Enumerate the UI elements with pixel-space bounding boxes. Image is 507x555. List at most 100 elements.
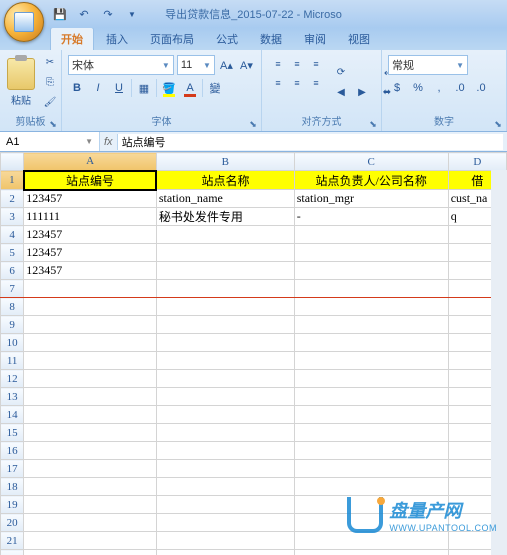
spreadsheet-grid[interactable]: ABCD1站点编号站点名称站点负责人/公司名称借2123457station_n… — [0, 152, 507, 555]
tab-home[interactable]: 开始 — [50, 27, 94, 50]
decrease-font-icon[interactable]: A▾ — [238, 55, 255, 75]
number-format-combo[interactable]: 常规▼ — [388, 55, 468, 75]
row-header[interactable]: 15 — [1, 424, 24, 442]
tab-review[interactable]: 审阅 — [294, 28, 336, 50]
align-bottom-icon[interactable]: ≡ — [307, 55, 325, 73]
bold-button[interactable]: B — [68, 78, 86, 98]
cell[interactable] — [156, 280, 294, 298]
col-header-C[interactable]: C — [294, 153, 448, 171]
font-size-combo[interactable]: 11▼ — [177, 55, 215, 75]
header-cell[interactable]: 站点名称 — [156, 171, 294, 190]
cell[interactable] — [294, 298, 448, 316]
row-header[interactable]: 18 — [1, 478, 24, 496]
cell[interactable]: 123457 — [24, 262, 157, 280]
cell[interactable] — [24, 442, 157, 460]
align-left-icon[interactable]: ≡ — [269, 74, 287, 92]
header-cell[interactable]: 站点负责人/公司名称 — [294, 171, 448, 190]
cell[interactable] — [294, 550, 448, 555]
cell[interactable]: station_mgr — [294, 190, 448, 208]
cell[interactable] — [156, 424, 294, 442]
formula-bar[interactable]: 站点编号 — [117, 134, 503, 150]
cell[interactable]: 123457 — [24, 226, 157, 244]
increase-indent-icon[interactable]: ▶ — [353, 83, 371, 101]
cell[interactable] — [156, 442, 294, 460]
row-header[interactable]: 1 — [1, 171, 24, 190]
row-header[interactable]: 3 — [1, 208, 24, 226]
row-header[interactable]: 9 — [1, 316, 24, 334]
cell[interactable] — [156, 514, 294, 532]
cell[interactable] — [294, 388, 448, 406]
cell[interactable] — [156, 262, 294, 280]
font-color-button[interactable]: A — [181, 78, 199, 98]
cell[interactable]: 秘书处发件专用 — [156, 208, 294, 226]
cell[interactable] — [24, 352, 157, 370]
row-header[interactable]: 21 — [1, 532, 24, 550]
tab-page-layout[interactable]: 页面布局 — [140, 28, 204, 50]
cell[interactable] — [294, 532, 448, 550]
tab-view[interactable]: 视图 — [338, 28, 380, 50]
row-header[interactable]: 2 — [1, 190, 24, 208]
cell[interactable] — [156, 316, 294, 334]
cell[interactable] — [156, 244, 294, 262]
cell[interactable] — [294, 316, 448, 334]
save-icon[interactable]: 💾 — [50, 4, 70, 24]
row-header[interactable]: 16 — [1, 442, 24, 460]
cell[interactable] — [294, 280, 448, 298]
office-button[interactable] — [4, 2, 44, 42]
cell[interactable] — [294, 442, 448, 460]
cell[interactable] — [24, 532, 157, 550]
row-header[interactable]: 17 — [1, 460, 24, 478]
cell[interactable] — [156, 298, 294, 316]
decrease-decimal-icon[interactable]: .0 — [472, 78, 490, 98]
phonetic-button[interactable]: 變 — [206, 78, 224, 98]
redo-icon[interactable]: ↷ — [98, 4, 118, 24]
cell[interactable] — [24, 478, 157, 496]
font-launcher-icon[interactable]: ⬊ — [247, 118, 259, 130]
col-header-A[interactable]: A — [24, 153, 157, 171]
clipboard-launcher-icon[interactable]: ⬊ — [47, 118, 59, 130]
row-header[interactable]: 6 — [1, 262, 24, 280]
cell[interactable] — [294, 262, 448, 280]
cell[interactable] — [156, 550, 294, 555]
cell[interactable] — [24, 334, 157, 352]
cell[interactable] — [294, 460, 448, 478]
border-button[interactable]: ▦ — [135, 78, 153, 98]
row-header[interactable]: 12 — [1, 370, 24, 388]
cell[interactable] — [294, 244, 448, 262]
name-box[interactable]: A1▼ — [0, 132, 100, 151]
cell[interactable]: station_name — [156, 190, 294, 208]
cell[interactable] — [24, 550, 157, 555]
percent-format-icon[interactable]: % — [409, 78, 427, 98]
cell[interactable] — [294, 478, 448, 496]
cell[interactable]: 111111 — [24, 208, 157, 226]
copy-icon[interactable]: ⎘ — [41, 73, 59, 91]
increase-font-icon[interactable]: A▴ — [218, 55, 235, 75]
cell[interactable] — [24, 406, 157, 424]
cell[interactable] — [156, 226, 294, 244]
qat-dropdown-icon[interactable]: ▼ — [122, 4, 142, 24]
accounting-format-icon[interactable]: $ — [388, 78, 406, 98]
cell[interactable] — [294, 424, 448, 442]
cell[interactable] — [156, 388, 294, 406]
cell[interactable]: 123457 — [24, 190, 157, 208]
row-header[interactable]: 5 — [1, 244, 24, 262]
cell[interactable] — [156, 406, 294, 424]
cut-icon[interactable]: ✂ — [41, 53, 59, 71]
cell[interactable] — [24, 424, 157, 442]
row-header[interactable]: 4 — [1, 226, 24, 244]
orientation-icon[interactable]: ⟳ — [332, 63, 350, 81]
paste-button[interactable]: 粘贴 — [4, 52, 38, 112]
cell[interactable] — [24, 316, 157, 334]
cell[interactable] — [294, 370, 448, 388]
row-header[interactable]: 7 — [1, 280, 24, 298]
cell[interactable] — [294, 406, 448, 424]
increase-decimal-icon[interactable]: .0 — [451, 78, 469, 98]
tab-data[interactable]: 数据 — [250, 28, 292, 50]
row-header[interactable]: 10 — [1, 334, 24, 352]
tab-formulas[interactable]: 公式 — [206, 28, 248, 50]
row-header[interactable]: 14 — [1, 406, 24, 424]
font-name-combo[interactable]: 宋体▼ — [68, 55, 174, 75]
row-header[interactable]: 19 — [1, 496, 24, 514]
row-header[interactable]: 8 — [1, 298, 24, 316]
alignment-launcher-icon[interactable]: ⬊ — [367, 118, 379, 130]
